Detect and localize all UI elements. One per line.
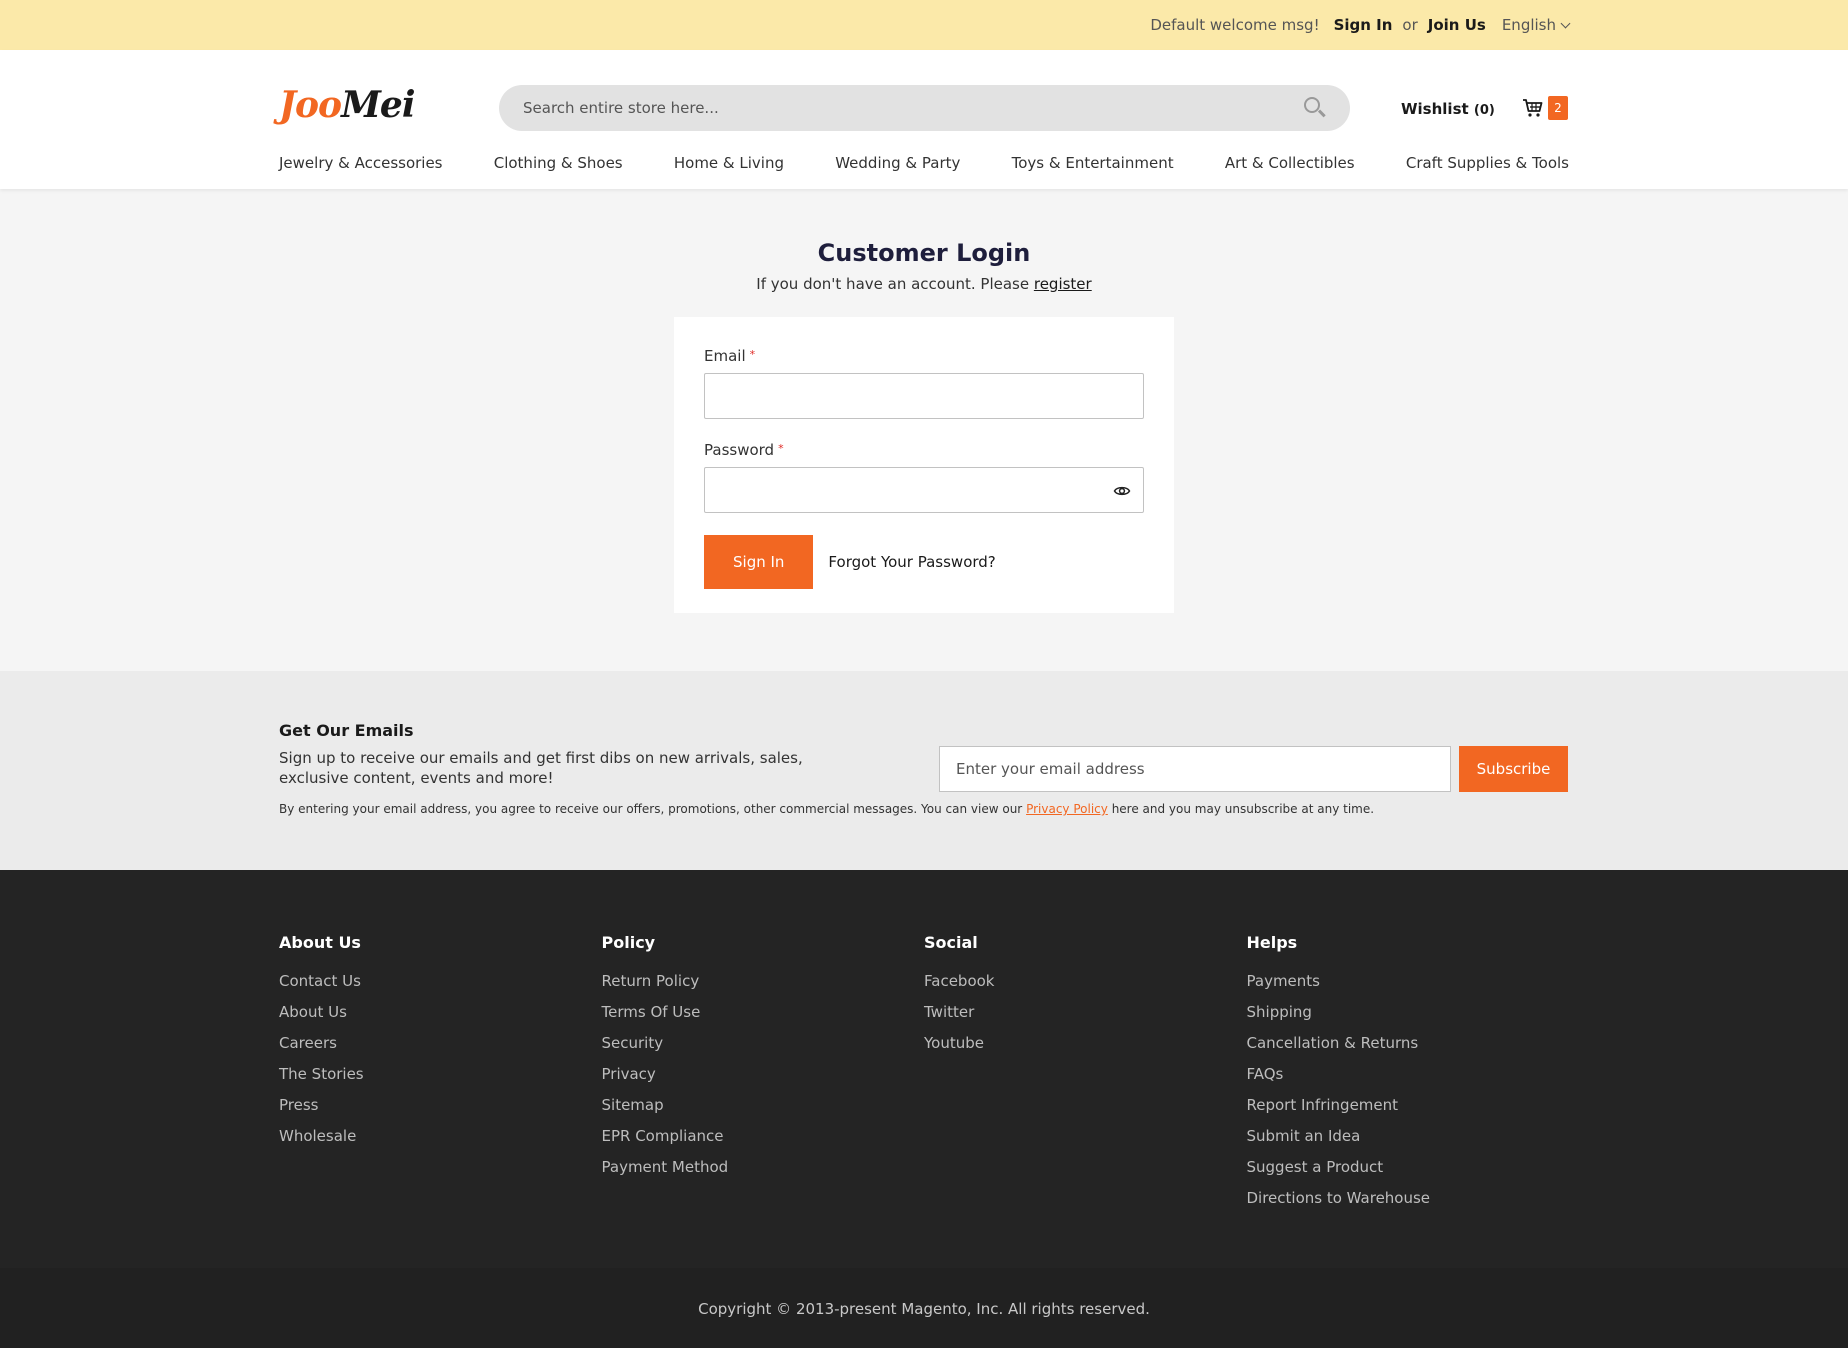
password-field-wrapper — [704, 467, 1144, 513]
footer-link[interactable]: Payments — [1247, 972, 1320, 990]
footer-link[interactable]: Twitter — [924, 1003, 974, 1021]
footer-column-social: Social Facebook Twitter Youtube — [924, 933, 1247, 1220]
join-us-link[interactable]: Join Us — [1428, 16, 1486, 34]
subscribe-button[interactable]: Subscribe — [1459, 746, 1568, 792]
top-sign-in-link[interactable]: Sign In — [1334, 16, 1393, 34]
footer-column-policy: Policy Return Policy Terms Of Use Securi… — [602, 933, 925, 1220]
show-password-eye-icon[interactable] — [1113, 482, 1131, 500]
footer-link[interactable]: Report Infringement — [1247, 1096, 1399, 1114]
footer-link[interactable]: Facebook — [924, 972, 994, 990]
email-field[interactable] — [705, 374, 1143, 418]
top-bar: Default welcome msg! Sign In or Join Us … — [0, 0, 1848, 50]
chevron-down-icon — [1560, 18, 1571, 28]
footer-link[interactable]: Contact Us — [279, 972, 361, 990]
site-footer: About Us Contact Us About Us Careers The… — [0, 870, 1848, 1268]
email-field-wrapper — [704, 373, 1144, 419]
required-marker: * — [778, 442, 784, 455]
cart-button[interactable]: 2 — [1522, 96, 1568, 120]
or-text: or — [1402, 16, 1418, 34]
footer-column-title: About Us — [279, 933, 361, 952]
nav-item-wedding-party[interactable]: Wedding & Party — [835, 154, 960, 172]
search-icon[interactable] — [1304, 97, 1326, 119]
language-switcher[interactable]: English — [1501, 16, 1571, 34]
password-label: Password * — [704, 441, 784, 459]
footer-column-about: About Us Contact Us About Us Careers The… — [279, 933, 602, 1220]
footer-link[interactable]: Privacy — [602, 1065, 656, 1083]
nav-item-craft-supplies-tools[interactable]: Craft Supplies & Tools — [1406, 154, 1569, 172]
newsletter-email-input[interactable] — [939, 746, 1451, 792]
search-bar — [499, 85, 1350, 131]
email-label: Email * — [704, 347, 756, 365]
footer-link[interactable]: Shipping — [1247, 1003, 1312, 1021]
login-form: Email * Password * Sign In Forgot Your Pas… — [674, 317, 1174, 613]
nav-item-clothing-shoes[interactable]: Clothing & Shoes — [494, 154, 623, 172]
footer-link[interactable]: Youtube — [924, 1034, 984, 1052]
footer-column-helps: Helps Payments Shipping Cancellation & R… — [1247, 933, 1570, 1220]
nav-item-art-collectibles[interactable]: Art & Collectibles — [1225, 154, 1355, 172]
login-actions: Sign In Forgot Your Password? — [704, 535, 1144, 589]
privacy-policy-link[interactable]: Privacy Policy — [1026, 802, 1108, 816]
footer-link[interactable]: Directions to Warehouse — [1247, 1189, 1431, 1207]
newsletter-description: Sign up to receive our emails and get fi… — [279, 749, 803, 787]
register-prompt: If you don't have an account. Please reg… — [0, 275, 1848, 293]
footer-link[interactable]: Press — [279, 1096, 318, 1114]
copyright-text: Copyright © 2013-present Magento, Inc. A… — [698, 1300, 1150, 1318]
newsletter-note: By entering your email address, you agre… — [279, 802, 1375, 816]
footer-link[interactable]: Careers — [279, 1034, 337, 1052]
wishlist-label: Wishlist — [1401, 100, 1469, 118]
welcome-message: Default welcome msg! — [1150, 16, 1320, 34]
footer-link[interactable]: Suggest a Product — [1247, 1158, 1384, 1176]
password-field[interactable] — [705, 468, 1143, 512]
cart-count-badge: 2 — [1548, 96, 1568, 120]
required-marker: * — [749, 348, 756, 361]
footer-column-title: Policy — [601, 933, 656, 952]
footer-link[interactable]: EPR Compliance — [602, 1127, 724, 1145]
footer-link[interactable]: About Us — [279, 1003, 347, 1021]
nav-item-jewelry-accessories[interactable]: Jewelry & Accessories — [279, 154, 443, 172]
site-header: JooMei Wishlist (0) 2 — [0, 50, 1848, 189]
sign-in-button[interactable]: Sign In — [704, 535, 814, 589]
footer-link[interactable]: Payment Method — [602, 1158, 729, 1176]
footer-link[interactable]: Terms Of Use — [602, 1003, 701, 1021]
site-logo[interactable]: JooMei — [279, 84, 416, 126]
wishlist-link[interactable]: Wishlist (0) — [1401, 100, 1495, 118]
newsletter-title: Get Our Emails — [279, 721, 414, 740]
footer-link[interactable]: Wholesale — [279, 1127, 356, 1145]
newsletter-section: Get Our Emails Sign up to receive our em… — [0, 671, 1848, 870]
footer-link[interactable]: Security — [602, 1034, 664, 1052]
cart-icon — [1523, 99, 1543, 117]
copyright-bar: Copyright © 2013-present Magento, Inc. A… — [0, 1268, 1848, 1348]
main-navigation: Jewelry & Accessories Clothing & Shoes H… — [279, 154, 1569, 172]
footer-link[interactable]: Return Policy — [602, 972, 700, 990]
language-label: English — [1501, 16, 1556, 34]
footer-column-title: Helps — [1246, 933, 1298, 952]
footer-link[interactable]: FAQs — [1247, 1065, 1284, 1083]
wishlist-count: (0) — [1473, 103, 1495, 118]
register-link[interactable]: register — [1034, 275, 1092, 293]
login-section: Customer Login If you don't have an acco… — [0, 189, 1848, 671]
footer-link[interactable]: Cancellation & Returns — [1247, 1034, 1419, 1052]
page-title: Customer Login — [817, 239, 1031, 267]
search-input[interactable] — [523, 99, 1304, 117]
logo-text-mei: Mei — [341, 84, 415, 126]
logo-text-joo: Joo — [279, 84, 342, 126]
footer-link[interactable]: The Stories — [279, 1065, 364, 1083]
footer-link[interactable]: Sitemap — [602, 1096, 664, 1114]
nav-item-home-living[interactable]: Home & Living — [674, 154, 784, 172]
forgot-password-link[interactable]: Forgot Your Password? — [828, 553, 995, 571]
footer-link[interactable]: Submit an Idea — [1247, 1127, 1361, 1145]
register-prompt-text: If you don't have an account. Please — [756, 275, 1030, 293]
newsletter-form: Subscribe — [939, 746, 1568, 792]
footer-column-title: Social — [924, 933, 978, 952]
nav-item-toys-entertainment[interactable]: Toys & Entertainment — [1012, 154, 1174, 172]
